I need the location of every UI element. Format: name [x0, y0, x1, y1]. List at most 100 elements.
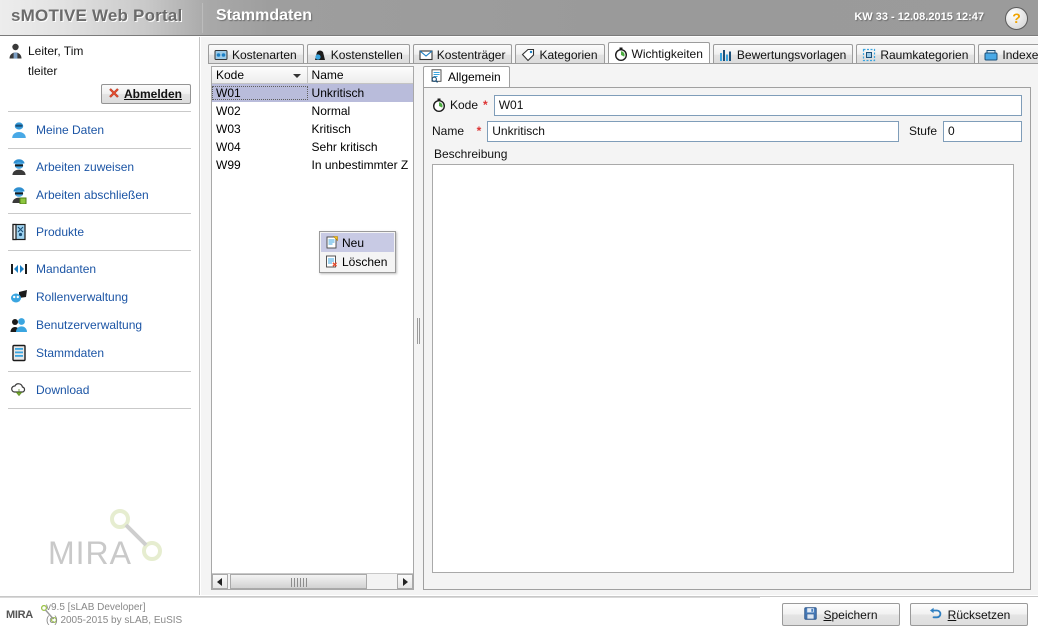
cell-kode: W01: [212, 86, 308, 100]
user-block: Leiter, Tim tleiter Abmelden: [0, 37, 199, 111]
field-row-name: Name * Stufe: [432, 120, 1022, 142]
menu-item-loeschen[interactable]: Löschen: [321, 252, 394, 271]
index-box-icon: [984, 48, 998, 62]
clients-arrows-icon: [10, 260, 28, 278]
tab-kostenstellen[interactable]: Kostenstellen: [306, 44, 410, 64]
tag-icon: [521, 48, 535, 62]
sidebar-item-label: Stammdaten: [36, 346, 105, 360]
beschreibung-textarea[interactable]: [432, 164, 1014, 573]
sidebar-item-label: Benutzerverwaltung: [36, 318, 143, 332]
items-list-panel: Kode Name W01 Unkritisch W02 Normal W03 …: [211, 66, 414, 590]
logout-label: Abmelden: [123, 87, 182, 101]
tab-kategorien[interactable]: Kategorien: [515, 44, 605, 64]
stopwatch-icon: [432, 98, 446, 113]
menu-item-label: Löschen: [342, 254, 388, 269]
delete-document-icon: [325, 255, 338, 268]
tab-label: Kostenstellen: [330, 47, 403, 62]
sidebar-item-arbeiten-zuweisen[interactable]: Arbeiten zuweisen: [0, 153, 199, 181]
sidebar-item-label: Meine Daten: [36, 123, 105, 137]
table-row[interactable]: W99 In unbestimmter Z: [212, 156, 413, 174]
reset-button-label: Rücksetzen: [948, 608, 1011, 622]
column-header-name[interactable]: Name: [307, 67, 413, 83]
scroll-right-button[interactable]: [397, 574, 413, 589]
new-document-icon: [325, 236, 338, 249]
worker-complete-icon: [10, 186, 28, 205]
field-row-kode: Kode *: [432, 94, 1022, 116]
table-row[interactable]: W01 Unkritisch: [212, 84, 413, 102]
app-header: sMOTIVE Web Portal Stammdaten KW 33 - 12…: [0, 0, 1038, 36]
tab-allgemein[interactable]: Allgemein: [423, 66, 510, 87]
kode-input[interactable]: [493, 94, 1022, 116]
tab-label: Bewertungsvorlagen: [736, 47, 847, 62]
menu-item-neu[interactable]: Neu: [321, 233, 394, 252]
list-context-menu: Neu Löschen: [319, 231, 396, 273]
footer-version: v9.5 [sLAB Developer]: [46, 602, 146, 613]
tab-raumkategorien[interactable]: Raumkategorien: [856, 44, 976, 64]
application-window: sMOTIVE Web Portal Stammdaten KW 33 - 12…: [0, 0, 1038, 632]
tab-kostenarten[interactable]: Kostenarten: [208, 44, 304, 64]
cell-kode: W02: [216, 104, 241, 118]
sidebar-divider: [8, 408, 191, 409]
nav-group-3: Produkte: [0, 214, 199, 250]
tab-bewertungsvorlagen[interactable]: Bewertungsvorlagen: [712, 44, 854, 64]
user-icon: [8, 43, 23, 59]
tab-label: Indexe: [1002, 47, 1038, 62]
reset-rest: ücksetzen: [956, 607, 1011, 622]
beschreibung-label: Beschreibung: [434, 147, 508, 161]
footer-copyright: (c) 2005-2015 by sLAB, EuSIS: [46, 615, 183, 626]
sidebar-item-label: Download: [36, 383, 90, 397]
tab-wichtigkeiten[interactable]: Wichtigkeiten: [607, 42, 710, 64]
logout-button[interactable]: Abmelden: [100, 84, 191, 104]
scrollbar-grip-icon: [290, 578, 307, 587]
menu-item-label: Neu: [342, 235, 365, 250]
name-required-marker: *: [476, 124, 482, 138]
table-row[interactable]: W04 Sehr kritisch: [212, 138, 413, 156]
tab-label: Kategorien: [539, 47, 598, 62]
stufe-label: Stufe: [908, 124, 937, 138]
sidebar-item-meine-daten[interactable]: Meine Daten: [0, 116, 199, 144]
save-button-label: Speichern: [823, 608, 877, 622]
table-row[interactable]: W03 Kritisch: [212, 120, 413, 138]
sidebar-item-rollenverwaltung[interactable]: Rollenverwaltung: [0, 283, 199, 311]
sidebar-item-arbeiten-abschliessen[interactable]: Arbeiten abschließen: [0, 181, 199, 209]
tab-indexe[interactable]: Indexe: [978, 44, 1038, 64]
tab-kostentraeger[interactable]: Kostenträger: [412, 44, 513, 64]
sidebar-item-benutzerverwaltung[interactable]: Benutzerverwaltung: [0, 311, 199, 339]
users-group-icon: [10, 316, 28, 334]
save-button[interactable]: Speichern: [782, 603, 900, 626]
tab-label: Wichtigkeiten: [631, 46, 703, 61]
cell-name: Sehr kritisch: [311, 140, 378, 154]
masterdata-book-icon: [10, 344, 28, 362]
tabstrip-baseline: [208, 63, 1038, 64]
sidebar-item-mandanten[interactable]: Mandanten: [0, 255, 199, 283]
name-input[interactable]: [487, 120, 899, 142]
sidebar-item-produkte[interactable]: Produkte: [0, 218, 199, 246]
main-tabstrip: Kostenarten Kostenstellen Kostenträger K…: [208, 42, 1038, 64]
cell-name: In unbestimmter Z: [311, 158, 409, 172]
sidebar-item-download[interactable]: Download: [0, 376, 199, 404]
footer-divider: [0, 597, 760, 598]
list-horizontal-scrollbar[interactable]: [212, 573, 413, 589]
help-icon[interactable]: ?: [1005, 7, 1028, 30]
column-header-kode[interactable]: Kode: [212, 67, 308, 83]
page-title: Stammdaten: [216, 7, 313, 24]
sidebar-item-label: Arbeiten abschließen: [36, 188, 149, 202]
room-categories-icon: [862, 48, 876, 62]
table-row[interactable]: W02 Normal: [212, 102, 413, 120]
scroll-left-button[interactable]: [212, 574, 228, 589]
cloud-download-icon: [10, 381, 28, 399]
stufe-input[interactable]: [943, 120, 1022, 142]
sidebar-item-stammdaten[interactable]: Stammdaten: [0, 339, 199, 367]
reset-button[interactable]: Rücksetzen: [910, 603, 1028, 626]
sidebar-item-label: Rollenverwaltung: [36, 290, 129, 304]
header-datetime: KW 33 - 12.08.2015 12:47: [854, 11, 984, 23]
product-book-icon: [10, 223, 28, 241]
nav-group-2: Arbeiten zuweisen Arbeiten abschließen: [0, 149, 199, 213]
kode-label: Kode: [450, 98, 479, 112]
splitter-grip-icon: [417, 318, 421, 344]
scrollbar-track[interactable]: [228, 574, 397, 589]
scrollbar-thumb[interactable]: [230, 574, 367, 589]
column-header-label: Kode: [216, 68, 245, 82]
panel-splitter[interactable]: [415, 66, 423, 590]
detail-panel: Allgemein Kode * Name *: [423, 66, 1031, 590]
